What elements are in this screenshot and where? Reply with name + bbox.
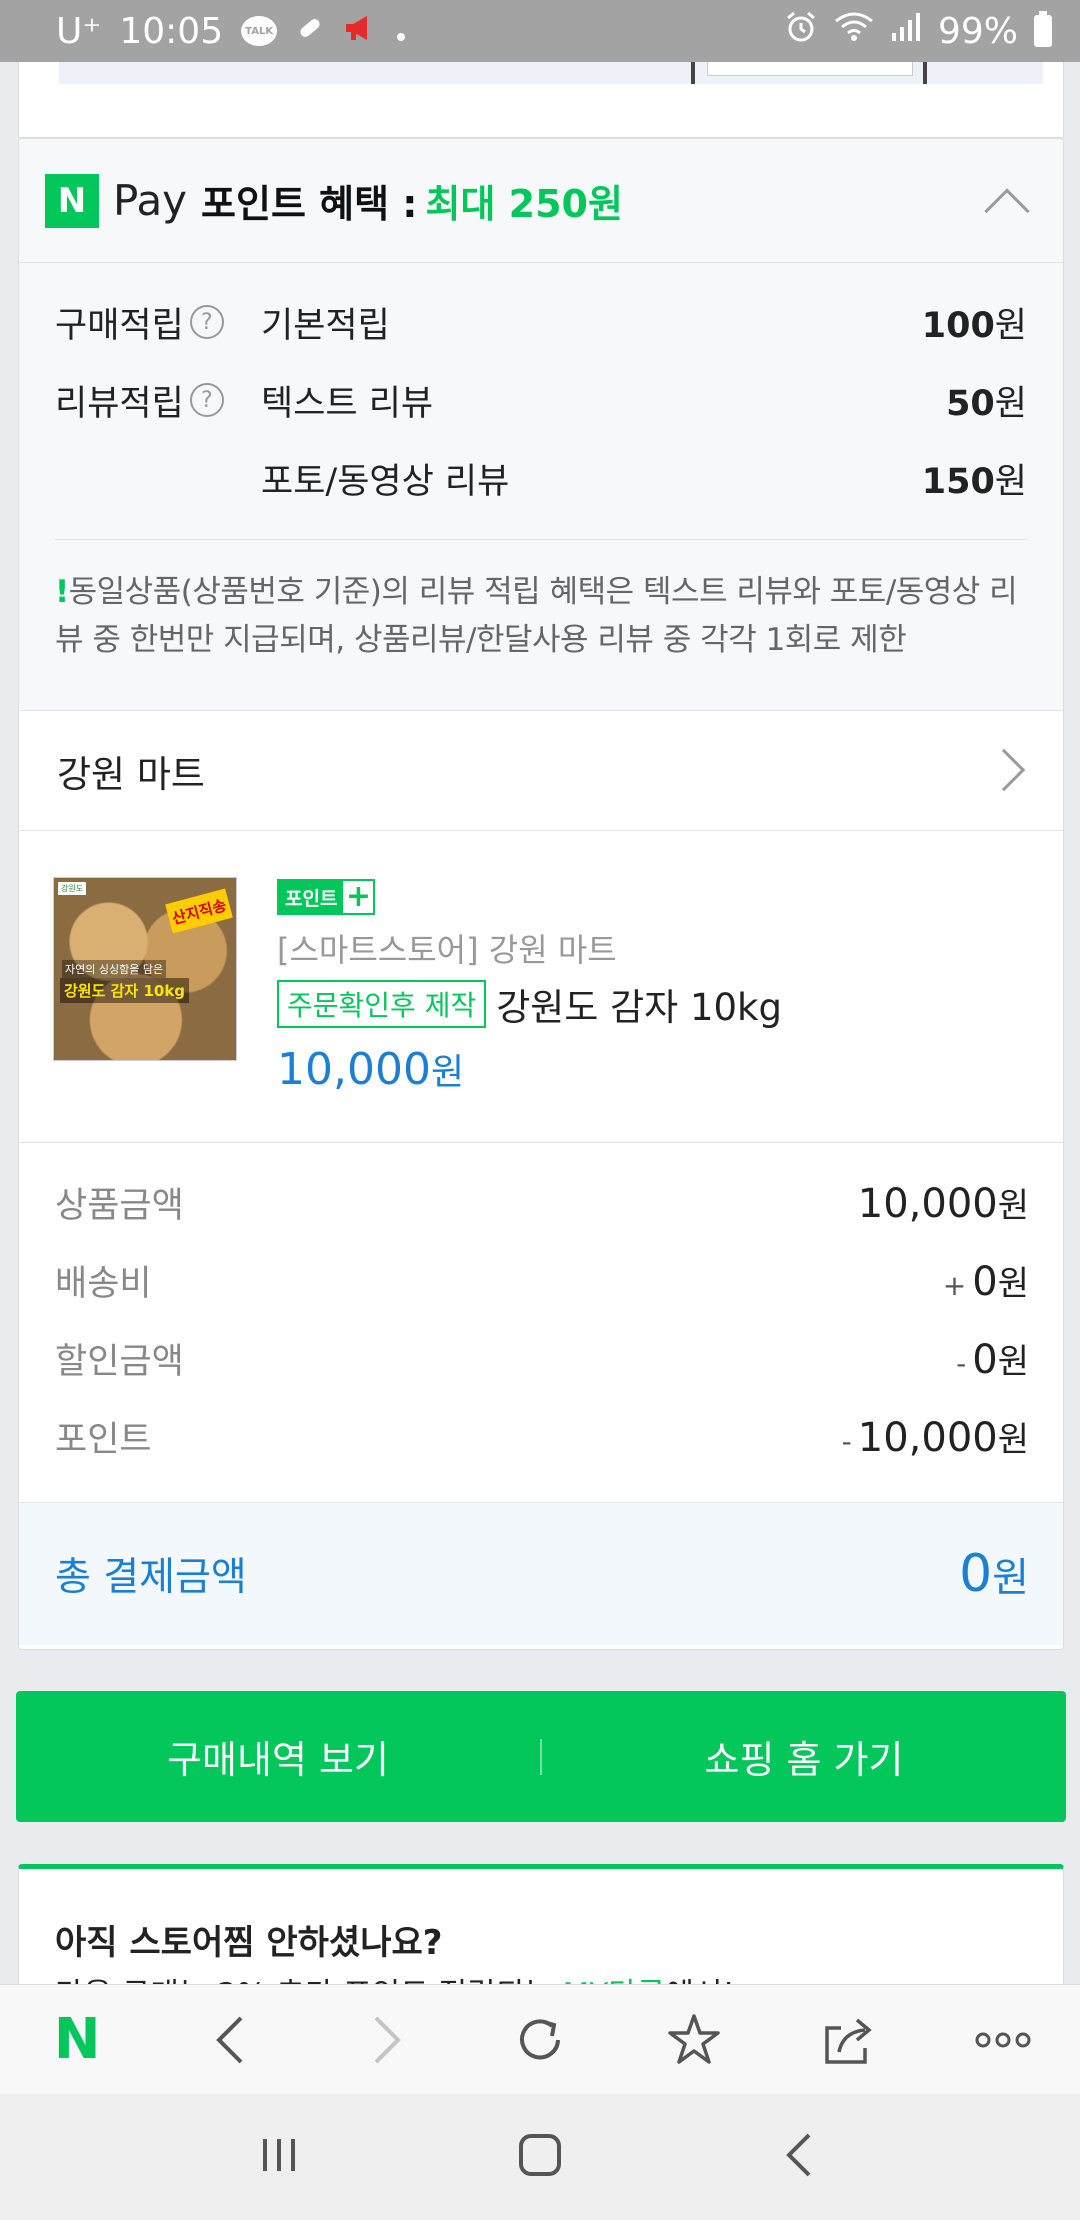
more-button[interactable] (926, 1985, 1080, 2095)
pay-word: Pay (113, 176, 188, 225)
battery-percent: 99% (937, 10, 1018, 52)
status-bar: U⁺ 10:05 TALK 99% (0, 0, 1080, 62)
benefit-type: 텍스트 리뷰 (261, 383, 434, 424)
home-icon (518, 2134, 561, 2176)
order-complete-card: N Pay 포인트 혜택 : 최대 250원 구매적립? 기본적립 100원 리… (18, 138, 1064, 1650)
share-icon (824, 2018, 872, 2064)
store-link[interactable]: 강원 마트 (19, 711, 1063, 831)
summary-value: 10,000원 (857, 1180, 1029, 1227)
help-icon[interactable]: ? (189, 383, 224, 417)
naver-home-button[interactable]: N (0, 1985, 154, 2095)
benefit-type: 기본적립 (261, 305, 390, 346)
benefit-category: 리뷰적립 (55, 383, 184, 424)
benefit-row: 구매적립? 기본적립 100원 (55, 283, 1027, 361)
note-text: 동일상품(상품번호 기준)의 리뷰 적립 혜택은 텍스트 리뷰와 포토/동영상 … (55, 574, 1018, 658)
product-thumbnail[interactable]: 강원도 산지직송 자연의 싱싱함을 담은 강원도 감자 10kg (53, 877, 237, 1061)
benefit-row: 리뷰적립? 텍스트 리뷰 50원 (55, 361, 1027, 439)
megaphone-icon (343, 11, 377, 52)
payment-summary: 상품금액 10,000원 배송비 +0원 할인금액 -0원 포인트 -10,00… (19, 1143, 1063, 1503)
divider (55, 539, 1027, 540)
note-mark: ! (55, 574, 69, 610)
made-to-order-tag: 주문확인후 제작 (277, 980, 487, 1028)
system-back-icon (785, 2133, 811, 2177)
notification-dot-icon (395, 11, 407, 52)
refresh-button[interactable] (463, 1985, 617, 2095)
bookmark-button[interactable] (617, 1985, 771, 2095)
home-button[interactable] (516, 2131, 564, 2183)
npay-benefit-header[interactable]: N Pay 포인트 혜택 : 최대 250원 (19, 139, 1063, 263)
summary-label: 상품금액 (55, 1185, 184, 1226)
benefit-amount: 150원 (921, 461, 1027, 502)
more-dots-icon (975, 2032, 1031, 2047)
seller-name: [스마트스토어] 강원 마트 (277, 931, 617, 969)
total-label: 총 결제금액 (55, 1555, 247, 1600)
review-note: !동일상품(상품번호 기준)의 리뷰 적립 혜택은 텍스트 리뷰와 포토/동영상… (55, 568, 1027, 664)
benefit-detail: 구매적립? 기본적립 100원 리뷰적립? 텍스트 리뷰 50원 포토/동영상 … (19, 263, 1063, 711)
clock: 10:05 (119, 10, 224, 52)
chevron-right-icon (982, 748, 1026, 792)
previous-card-edge (18, 62, 1064, 138)
action-button-bar: 구매내역 보기 쇼핑 홈 가기 (16, 1691, 1066, 1822)
benefit-row: 포토/동영상 리뷰 150원 (55, 439, 1027, 517)
summary-row: 할인금액 -0원 (55, 1319, 1029, 1397)
summary-value: +0원 (942, 1258, 1029, 1305)
kakaotalk-icon: TALK (241, 16, 278, 46)
browser-toolbar: N (0, 1984, 1080, 2094)
summary-row: 상품금액 10,000원 (55, 1163, 1029, 1241)
purchase-history-button[interactable]: 구매내역 보기 (16, 1729, 540, 1784)
forward-arrow-icon (374, 2016, 401, 2063)
share-button[interactable] (771, 1985, 925, 2095)
back-arrow-icon (216, 2016, 243, 2063)
store-name: 강원 마트 (57, 752, 205, 796)
summary-value: -10,000원 (841, 1414, 1029, 1461)
refresh-icon (520, 2018, 560, 2059)
battery-icon (1034, 11, 1052, 47)
summary-row: 배송비 +0원 (55, 1241, 1029, 1319)
summary-value: -0원 (956, 1336, 1029, 1383)
benefit-amount: 100원 (921, 305, 1027, 346)
point-plus-badge: 포인트 + (277, 879, 376, 915)
total-payment: 총 결제금액 0원 (19, 1503, 1063, 1645)
forward-button[interactable] (309, 1985, 463, 2095)
shopping-home-button[interactable]: 쇼핑 홈 가기 (542, 1729, 1066, 1784)
npay-logo: N (45, 173, 99, 228)
system-back-button[interactable] (779, 2131, 823, 2183)
recent-apps-button[interactable] (257, 2133, 301, 2181)
signal-icon (890, 11, 922, 52)
product-name-row: 주문확인후 제작 강원도 감자 10kg (277, 977, 782, 1031)
benefit-amount: 50원 (946, 383, 1027, 424)
naver-logo-icon: N (53, 2007, 101, 2072)
benefit-max: 최대 250원 (425, 182, 623, 226)
total-value: 0원 (959, 1544, 1029, 1604)
product-price: 10,000원 (277, 1044, 465, 1095)
benefit-title: 포인트 혜택 : (201, 182, 418, 226)
product-item[interactable]: 강원도 산지직송 자연의 싱싱함을 담은 강원도 감자 10kg 포인트 + [… (19, 831, 1063, 1143)
wifi-icon (834, 11, 874, 52)
system-nav-bar (0, 2094, 1080, 2220)
previous-card-image (59, 62, 1043, 84)
benefit-category: 구매적립 (55, 305, 184, 346)
recent-apps-icon (263, 2139, 296, 2171)
chevron-up-icon[interactable] (984, 188, 1030, 234)
help-icon[interactable]: ? (189, 305, 224, 339)
summary-row: 포인트 -10,000원 (55, 1397, 1029, 1475)
summary-label: 할인금액 (55, 1341, 184, 1382)
product-name: 강원도 감자 10kg (496, 986, 782, 1029)
summary-label: 배송비 (55, 1263, 152, 1304)
carrier-label: U⁺ (56, 10, 102, 52)
benefit-type: 포토/동영상 리뷰 (261, 461, 510, 502)
store-favorite-title: 아직 스토어찜 안하셨나요? (55, 1923, 443, 1963)
back-button[interactable] (154, 1985, 308, 2095)
star-icon (668, 2013, 721, 2064)
summary-label: 포인트 (55, 1419, 152, 1460)
pill-icon (295, 11, 325, 52)
alarm-icon (784, 10, 818, 53)
